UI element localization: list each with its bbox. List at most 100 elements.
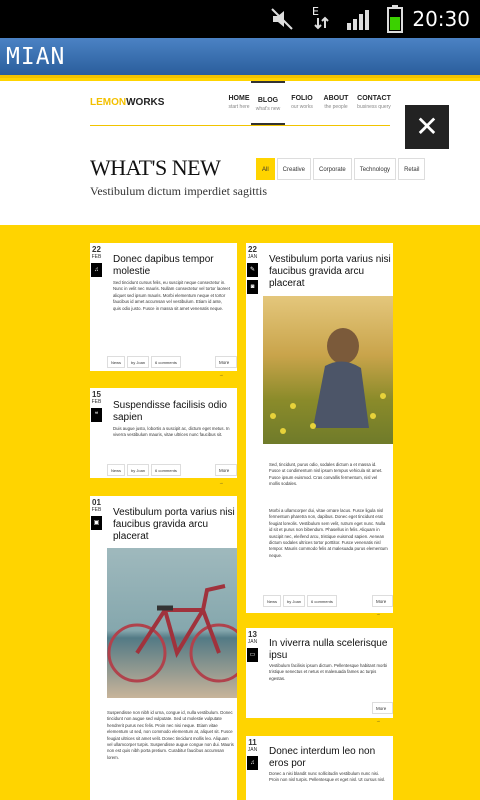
date-month: JAN — [247, 747, 258, 753]
bicycle-icon — [107, 584, 249, 683]
meta-category[interactable]: News — [107, 464, 126, 476]
signal-icon — [347, 10, 369, 30]
app-title-bar: MIAN — [0, 38, 480, 78]
post-date: 01 FEB ▣ — [90, 498, 103, 530]
post-card[interactable]: 22 JAN ✎ ◙ Vestibulum porta varius nisi fau… — [246, 243, 393, 616]
post-excerpt: Donec a nisi blandit nunc sollicitudin v… — [269, 771, 386, 783]
post-card[interactable]: 15 FEB ❝ Suspendisse facilisis odio sapien… — [90, 388, 237, 485]
date-day: 22 — [92, 245, 101, 254]
note-icon: ♫ — [91, 263, 102, 277]
nav-sub: business query — [357, 104, 391, 110]
category-filters: All Creative Corporate Technology Retail — [256, 158, 427, 180]
meta-author[interactable]: by Joan — [127, 356, 150, 368]
date-month: JAN — [247, 254, 258, 260]
post-excerpt: Duis augue justo, lobortis a suscipit ac… — [113, 426, 230, 438]
more-button[interactable]: More → — [372, 702, 393, 723]
post-title[interactable]: Vestibulum porta varius nisi faucibus gr… — [269, 254, 391, 290]
post-meta: News by Joan 6 comments — [107, 464, 183, 476]
meta-comments[interactable]: 6 comments — [151, 356, 181, 368]
link-icon: ▭ — [247, 648, 258, 662]
date-month: FEB — [91, 507, 102, 513]
post-date: 22 JAN ✎ ◙ — [246, 245, 259, 294]
date-month: FEB — [91, 399, 102, 405]
site-logo[interactable]: LEMONWORKS — [90, 97, 164, 108]
meta-comments[interactable]: 6 comments — [307, 595, 337, 607]
date-month: FEB — [91, 254, 102, 260]
quote-icon: ❝ — [91, 408, 102, 422]
date-day: 22 — [248, 245, 257, 254]
site-header: LEMONWORKS HOME start here BLOG what's new… — [0, 81, 480, 225]
post-title[interactable]: Suspendisse facilisis odio sapien — [113, 400, 233, 424]
filter-all[interactable]: All — [256, 158, 275, 180]
logo-lemon: LEMON — [90, 97, 127, 108]
post-title[interactable]: Donec dapibus tempor molestie — [113, 254, 233, 278]
more-button[interactable]: More → — [372, 595, 393, 616]
clock: 20:30 — [412, 7, 470, 31]
post-date: 11 JAN ♫ — [246, 738, 259, 770]
close-button[interactable]: ✕ — [405, 105, 449, 149]
filter-technology[interactable]: Technology — [353, 158, 397, 180]
nav-sub: our works — [291, 104, 313, 110]
post-title[interactable]: Donec interdum leo non eros por — [269, 746, 391, 770]
battery-icon — [387, 5, 403, 33]
post-card[interactable]: 22 FEB ♫ Donec dapibus tempor molestie Sed… — [90, 243, 237, 377]
nav-blog[interactable]: BLOG what's new — [251, 81, 285, 125]
date-month: JAN — [247, 639, 258, 645]
post-image[interactable] — [107, 548, 249, 698]
logo-works: WORKS — [126, 97, 165, 108]
page-subtitle: Vestibulum dictum imperdiet sagittis — [90, 184, 267, 198]
header-divider — [90, 125, 390, 126]
post-title[interactable]: Vestibulum porta varius nisi faucibus gr… — [113, 507, 235, 543]
nav-folio[interactable]: FOLIO our works — [285, 81, 319, 125]
more-button[interactable]: More → — [215, 356, 237, 377]
web-page[interactable]: LEMONWORKS HOME start here BLOG what's new… — [0, 81, 480, 800]
date-day: 01 — [92, 498, 101, 507]
meta-author[interactable]: by Joan — [283, 595, 306, 607]
filter-retail[interactable]: Retail — [398, 158, 426, 180]
status-bar: E 20:30 — [0, 0, 480, 38]
nav-sub: the people — [324, 104, 348, 110]
meta-author[interactable]: by Joan — [127, 464, 150, 476]
nav-about[interactable]: ABOUT the people — [319, 81, 353, 125]
camera-icon: ◙ — [247, 280, 258, 294]
post-excerpt: Sed, tincidunt, purus odio, sodales dict… — [269, 462, 383, 487]
meta-comments[interactable]: 6 comments — [151, 464, 181, 476]
nav-label: BLOG — [257, 97, 279, 104]
nav-sub: what's new — [255, 106, 281, 112]
meta-category[interactable]: News — [107, 356, 126, 368]
post-card[interactable]: 01 FEB ▣ Vestibulum porta varius nisi fauc… — [90, 496, 249, 800]
image-icon: ▣ — [91, 516, 102, 530]
filter-corporate[interactable]: Corporate — [313, 158, 352, 180]
post-date: 13 JAN ▭ — [246, 630, 259, 662]
nav-label: CONTACT — [357, 95, 391, 102]
page-title: WHAT'S NEW — [90, 155, 221, 180]
post-excerpt: Sed tincidunt cursus felis, eu suscipit … — [113, 280, 231, 311]
post-image[interactable] — [263, 296, 393, 444]
data-arrows-icon: E — [312, 5, 329, 30]
filter-creative[interactable]: Creative — [276, 158, 312, 180]
date-day: 15 — [92, 390, 101, 399]
girl-in-field-image — [270, 328, 386, 434]
pin-icon: ✎ — [247, 263, 258, 277]
post-card[interactable]: 13 JAN ▭ In viverra nulla scelerisque ipsu… — [246, 628, 393, 723]
nav-contact[interactable]: CONTACT business query — [356, 81, 392, 125]
post-meta: News by Joan 6 comments — [263, 595, 339, 607]
date-day: 11 — [248, 738, 257, 747]
post-meta: News by Joan 6 comments — [107, 356, 183, 368]
mute-icon — [271, 8, 293, 30]
date-day: 13 — [248, 630, 257, 639]
post-excerpt: Vestibulum facilisis ipsum dictum. Pelle… — [269, 663, 388, 681]
post-excerpt: Suspendisse non nibh id urna, congue id,… — [107, 710, 234, 760]
app-title: MIAN — [6, 44, 66, 70]
post-card[interactable]: 11 JAN ♫ Donec interdum leo non eros por D… — [246, 736, 393, 800]
nav-label: FOLIO — [291, 95, 313, 102]
post-title[interactable]: In viverra nulla scelerisque ipsu — [269, 638, 391, 662]
more-button[interactable]: More → — [215, 464, 237, 485]
post-date: 22 FEB ♫ — [90, 245, 103, 277]
svg-text:E: E — [312, 5, 319, 18]
post-excerpt-2: Morbi a ullamcorper dui, vitae ornare la… — [269, 508, 388, 558]
nav-label: ABOUT — [323, 95, 349, 102]
meta-category[interactable]: News — [263, 595, 282, 607]
post-date: 15 FEB ❝ — [90, 390, 103, 422]
note-icon: ♫ — [247, 756, 258, 770]
